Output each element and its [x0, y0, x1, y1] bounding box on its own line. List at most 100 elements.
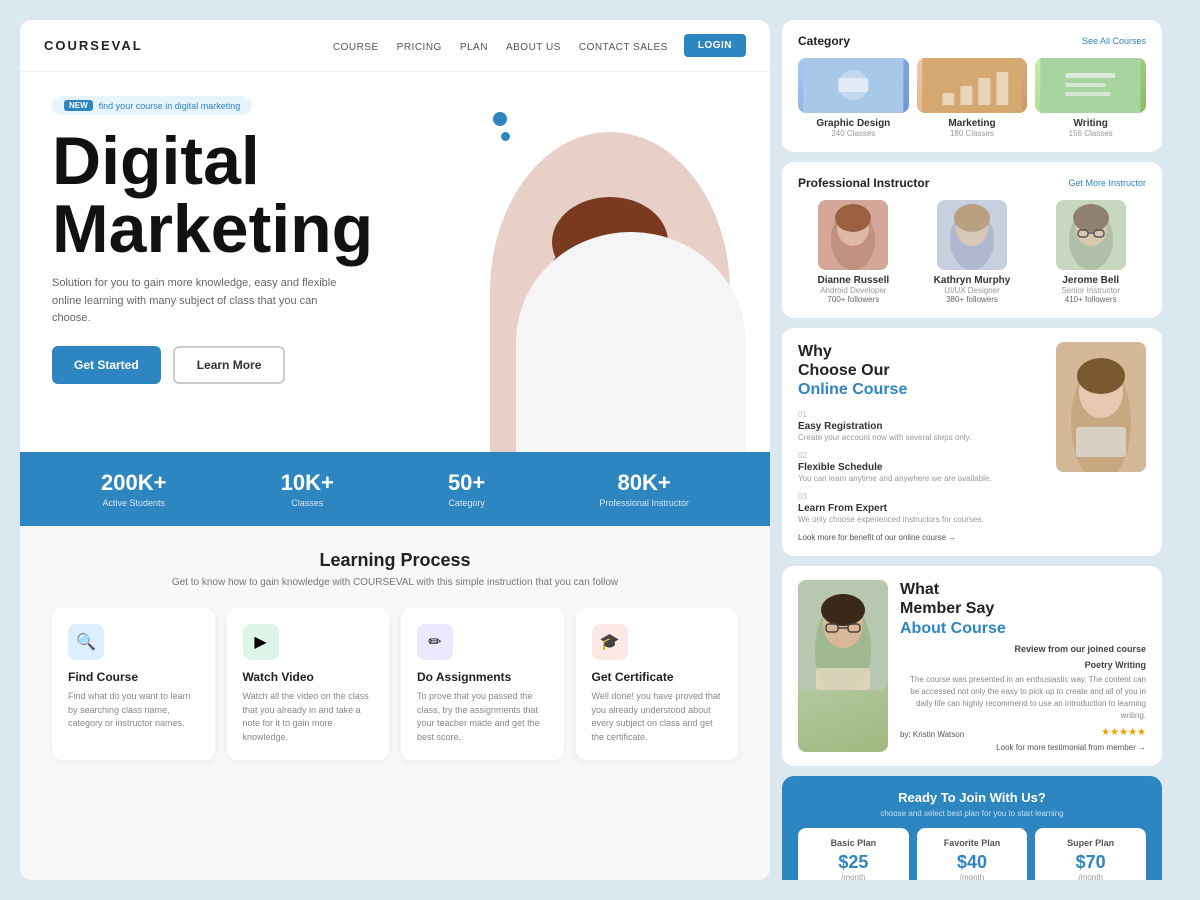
logo: COURSEVAL	[44, 38, 143, 53]
pricing-card-1: Favorite Plan $40 /month	[917, 828, 1028, 880]
instructors-see-all[interactable]: Get More Instructor	[1068, 178, 1146, 188]
writing-thumbnail	[1035, 58, 1146, 113]
stat-label-classes: Classes	[281, 498, 334, 508]
course-name: Poetry Writing	[900, 660, 1146, 670]
login-button[interactable]: LOGIN	[684, 34, 746, 57]
process-card-2: ✏ Do Assignments To prove that you passe…	[401, 608, 564, 760]
certificate-icon: 🎓	[592, 624, 628, 660]
plan-period-0: /month	[806, 873, 901, 880]
find-course-title: Find Course	[68, 670, 199, 684]
review-text: The course was presented in an enthusias…	[900, 674, 1146, 722]
nav-about[interactable]: ABOUT US	[506, 42, 561, 53]
graphic-design-img	[798, 58, 909, 113]
stat-number-instructors: 80K+	[599, 470, 689, 496]
nav-pricing[interactable]: PRICING	[397, 42, 442, 53]
marketing-name: Marketing	[917, 118, 1028, 129]
instructor-cards: Dianne Russell Android Developer 700+ fo…	[798, 200, 1146, 304]
dianne-avatar	[818, 200, 888, 270]
categories-title: Category	[798, 34, 850, 48]
badge-text: find your course in digital marketing	[99, 101, 241, 111]
plan-price-2: $70	[1043, 852, 1138, 873]
process-card-0: 🔍 Find Course Find what do you want to l…	[52, 608, 215, 760]
categories-header: Category See All Courses	[798, 34, 1146, 48]
assignments-icon: ✏	[417, 624, 453, 660]
process-card-1: ▶ Watch Video Watch all the video on the…	[227, 608, 390, 760]
writing-name: Writing	[1035, 118, 1146, 129]
left-panel: COURSEVAL COURSE PRICING PLAN ABOUT US C…	[20, 20, 770, 880]
stat-number-categories: 50+	[448, 470, 485, 496]
process-card-3: 🎓 Get Certificate Well done! you have pr…	[576, 608, 739, 760]
instructor-avatar-2	[1056, 200, 1126, 270]
hero-title: Digital Marketing	[52, 127, 738, 263]
category-card-1: Marketing 180 Classes	[917, 58, 1028, 138]
watch-video-title: Watch Video	[243, 670, 374, 684]
nav-contact[interactable]: CONTACT SALES	[579, 42, 668, 53]
pricing-subtitle: choose and select best plan for you to s…	[798, 809, 1146, 818]
testimonial-content: What Member Say About Course Review from…	[900, 580, 1146, 752]
easy-reg-desc: Create your account now with several ste…	[798, 432, 1044, 443]
certificate-text: Well done! you have proved that you alre…	[592, 690, 723, 744]
plan-price-0: $25	[806, 852, 901, 873]
instructor-stats-0: 700+ followers	[798, 295, 909, 304]
navbar: COURSEVAL COURSE PRICING PLAN ABOUT US C…	[20, 20, 770, 72]
watch-video-icon: ▶	[243, 624, 279, 660]
testimonial-section: What Member Say About Course Review from…	[782, 566, 1162, 766]
why-item-1: 02 Flexible Schedule You can learn anyti…	[798, 451, 1044, 484]
why-item-0: 01 Easy Registration Create your account…	[798, 410, 1044, 443]
instructor-avatar-1	[937, 200, 1007, 270]
learning-subtitle: Get to know how to gain knowledge with C…	[52, 575, 738, 590]
stat-students: 200K+ Active Students	[101, 470, 166, 508]
pricing-title: Ready To Join With Us?	[798, 790, 1146, 805]
testimonial-author: by: Kristin Watson	[900, 730, 964, 739]
categories-see-all[interactable]: See All Courses	[1082, 36, 1146, 46]
instructors-header: Professional Instructor Get More Instruc…	[798, 176, 1146, 190]
stat-label-instructors: Professional Instructor	[599, 498, 689, 508]
right-panel: Category See All Courses Graphic Design …	[782, 20, 1162, 880]
instructor-title-1: UI/UX Designer	[917, 286, 1028, 295]
assignments-title: Do Assignments	[417, 670, 548, 684]
pricing-card-2: Super Plan $70 /month	[1035, 828, 1146, 880]
pricing-card-0: Basic Plan $25 /month	[798, 828, 909, 880]
testimonial-highlight: About Course	[900, 620, 1006, 637]
writing-count: 156 Classes	[1035, 129, 1146, 138]
instructor-stats-2: 410+ followers	[1035, 295, 1146, 304]
instructor-name-2: Jerome Bell	[1035, 275, 1146, 286]
get-started-button[interactable]: Get Started	[52, 346, 161, 384]
nav-course[interactable]: COURSE	[333, 42, 379, 53]
expert-desc: We only choose experienced instructors f…	[798, 514, 1044, 525]
stat-instructors: 80K+ Professional Instructor	[599, 470, 689, 508]
why-choose-title: Why Choose Our Online Course	[798, 342, 1044, 400]
why-person-svg	[1056, 342, 1146, 472]
testimonial-image	[798, 580, 888, 752]
plan-period-2: /month	[1043, 873, 1138, 880]
badge-new-label: NEW	[64, 100, 93, 111]
category-cards: Graphic Design 240 Classes Marketing 180…	[798, 58, 1146, 138]
writing-img	[1035, 58, 1146, 113]
why-items: 01 Easy Registration Create your account…	[798, 410, 1044, 526]
marketing-img	[917, 58, 1028, 113]
instructors-title: Professional Instructor	[798, 176, 929, 190]
why-choose-highlight: Online Course	[798, 381, 907, 398]
stat-categories: 50+ Category	[448, 470, 485, 508]
flexible-desc: You can learn anytime and anywhere we ar…	[798, 473, 1044, 484]
testimonial-more-link[interactable]: Look for more testimonial from member →	[900, 743, 1146, 752]
watch-video-text: Watch all the video on the class that yo…	[243, 690, 374, 744]
graphic-design-thumbnail	[798, 58, 909, 113]
stat-label-categories: Category	[448, 498, 485, 508]
learn-more-button[interactable]: Learn More	[173, 346, 286, 384]
why-choose-left: Why Choose Our Online Course 01 Easy Reg…	[798, 342, 1044, 542]
stat-label-students: Active Students	[101, 498, 166, 508]
why-learn-more[interactable]: Look more for benefit of our online cour…	[798, 533, 1044, 542]
testimonial-meta: Review from our joined course Poetry Wri…	[900, 638, 1146, 752]
kathryn-avatar	[937, 200, 1007, 270]
hero-badge: NEW find your course in digital marketin…	[52, 96, 252, 115]
stats-bar: 200K+ Active Students 10K+ Classes 50+ C…	[20, 452, 770, 526]
instructor-card-2: Jerome Bell Senior Instructor 410+ follo…	[1035, 200, 1146, 304]
nav-plan[interactable]: PLAN	[460, 42, 488, 53]
assignments-text: To prove that you passed the class, try …	[417, 690, 548, 744]
hero-description: Solution for you to gain more knowledge,…	[52, 275, 342, 328]
dot-large	[493, 112, 507, 126]
instructor-card-0: Dianne Russell Android Developer 700+ fo…	[798, 200, 909, 304]
hero-buttons: Get Started Learn More	[52, 346, 738, 384]
hero-section: NEW find your course in digital marketin…	[20, 72, 770, 452]
